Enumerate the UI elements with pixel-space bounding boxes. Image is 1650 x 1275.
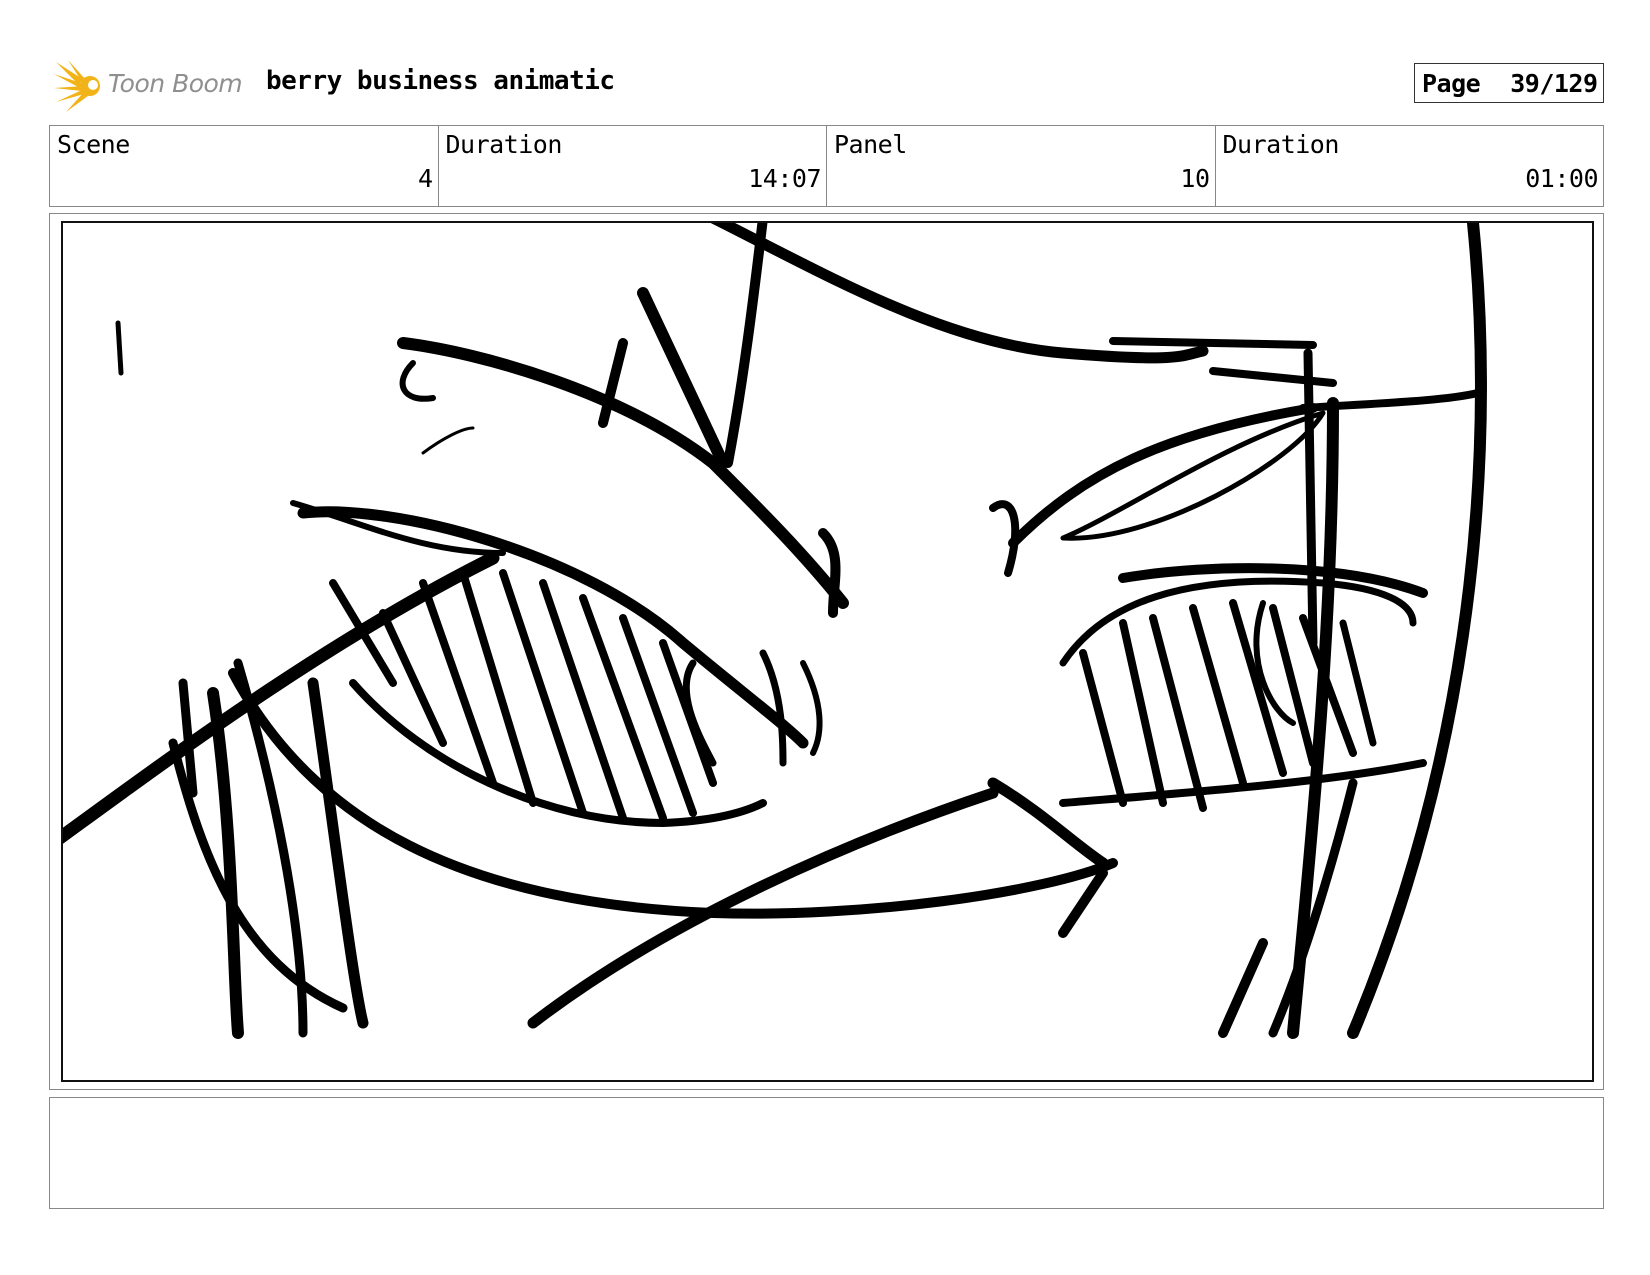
scene-value: 4 — [417, 164, 433, 193]
toon-boom-logo: Toon Boom — [54, 58, 250, 114]
page-number: 39/129 — [1510, 68, 1598, 98]
scene-duration-value: 14:07 — [748, 164, 821, 193]
scene-label: Scene — [57, 130, 130, 159]
page-label: Page — [1422, 68, 1481, 98]
scene-duration-label: Duration — [445, 130, 563, 159]
panel-notes — [49, 1097, 1604, 1209]
panel-label: Panel — [834, 130, 907, 159]
panel-duration-label: Duration — [1222, 130, 1340, 159]
starburst-icon — [54, 60, 100, 112]
scene-cell: Scene 4 — [50, 126, 439, 206]
panel-sketch — [63, 223, 1487, 1039]
document-title: berry business animatic — [266, 66, 615, 96]
scene-info-table: Scene 4 Duration 14:07 Panel 10 Duration… — [49, 125, 1604, 207]
panel-duration-cell: Duration 01:00 — [1216, 126, 1604, 206]
page-indicator: Page 39/129 — [1414, 63, 1604, 103]
logo-text: Toon Boom — [108, 69, 243, 98]
panel-cell: Panel 10 — [827, 126, 1216, 206]
scene-duration-cell: Duration 14:07 — [439, 126, 827, 206]
panel-duration-value: 01:00 — [1525, 164, 1598, 193]
storyboard-panel — [61, 221, 1594, 1082]
panel-value: 10 — [1180, 164, 1210, 193]
